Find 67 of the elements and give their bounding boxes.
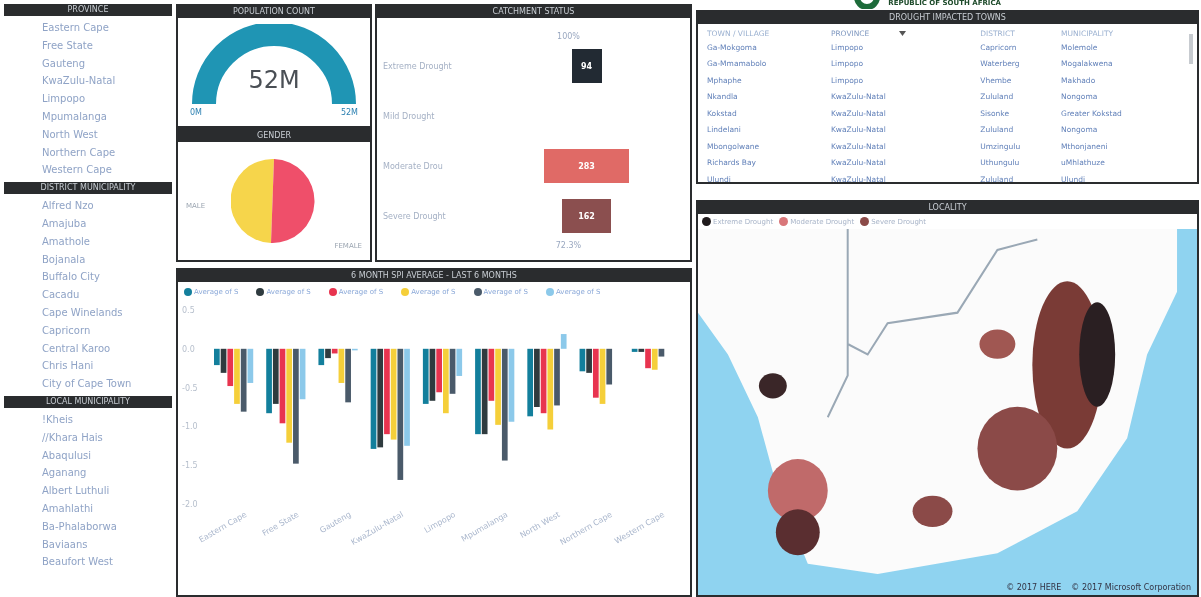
funnel-top-label: 100%	[557, 32, 580, 41]
funnel-bottom-label: 72.3%	[555, 241, 582, 250]
axis-label: Free State	[260, 509, 301, 539]
slicer-item[interactable]: Beaufort West	[42, 553, 172, 572]
gauge-value: 52M	[247, 66, 301, 94]
slicer-header: DISTRICT MUNICIPALITY	[4, 182, 172, 195]
slicer-item[interactable]: //Khara Hais	[42, 428, 172, 447]
legend-dot	[328, 288, 337, 296]
funnel-label: Mild Drought	[382, 111, 436, 121]
legend-dot	[545, 288, 554, 296]
slicer-item[interactable]: Cacadu	[42, 286, 172, 304]
slicer-item[interactable]: Chris Hani	[42, 357, 172, 376]
slicer-item[interactable]: !Kheis	[42, 410, 172, 429]
axis-tick: -1.5	[182, 461, 198, 471]
slicer-item[interactable]: Amathole	[42, 232, 172, 251]
slicer-item[interactable]: Mpumalanga	[42, 108, 172, 126]
sort-icon	[899, 31, 907, 36]
slicer-item[interactable]: Western Cape	[42, 161, 172, 180]
slicer-item[interactable]: Albert Luthuli	[42, 482, 172, 500]
panel-header: POPULATION COUNT	[178, 6, 370, 18]
slicer-item[interactable]: Amahlathi	[42, 499, 172, 518]
slicer-header: LOCAL MUNICIPALITY	[4, 395, 172, 408]
funnel-bar: 162	[562, 199, 611, 233]
axis-tick: 0.5	[182, 306, 195, 315]
funnel-label: Extreme Drought	[382, 61, 453, 71]
slicer-item[interactable]: Limpopo	[42, 90, 172, 108]
slicer-item[interactable]: Northern Cape	[42, 143, 172, 162]
map-attribution: © 2017 HERE	[1006, 583, 1062, 592]
legend-dot	[256, 288, 265, 296]
legend-dot	[473, 288, 482, 296]
slicer-item[interactable]: Bojanala	[42, 250, 172, 269]
slicer-item[interactable]: Ba-Phalaborwa	[42, 517, 172, 536]
slicer-item[interactable]: Buffalo City	[42, 268, 172, 287]
axis-tick: -2.0	[182, 500, 198, 509]
slicer-item[interactable]: Alfred Nzo	[42, 197, 172, 215]
gauge-min: 0M	[190, 108, 202, 117]
legend-dot	[401, 288, 410, 296]
slicer-item[interactable]: KwaZulu-Natal	[42, 72, 172, 91]
slicer-item[interactable]: Amajuba	[42, 214, 172, 233]
slicer-item[interactable]: Central Karoo	[42, 339, 172, 358]
map-attribution: © 2017 Microsoft Corporation	[1071, 583, 1191, 592]
panel-header: 6 MONTH SPI AVERAGE - LAST 6 MONTHS	[178, 270, 690, 282]
panel-header: CATCHMENT STATUS	[377, 6, 690, 18]
slicer-item[interactable]: Cape Winelands	[42, 303, 172, 322]
funnel-label: Moderate Drou	[382, 161, 444, 171]
funnel-label: Severe Drought	[382, 211, 447, 221]
slicer-item[interactable]: Abaqulusi	[42, 446, 172, 465]
gauge-max: 52M	[340, 108, 358, 117]
funnel-bar: 94	[571, 49, 602, 83]
slicer-item[interactable]: Free State	[42, 36, 172, 55]
slicer-item[interactable]: City of Cape Town	[42, 375, 172, 393]
legend-dot	[184, 288, 192, 296]
slicer-item[interactable]: Baviaans	[42, 535, 172, 554]
panel-header: GENDER	[178, 130, 370, 142]
funnel-bar: 283	[544, 149, 629, 183]
slicer-item[interactable]: North West	[42, 125, 172, 144]
slicer-item[interactable]: Gauteng	[42, 54, 172, 73]
axis-tick: -0.5	[182, 383, 198, 393]
axis-tick: -1.0	[182, 422, 198, 432]
axis-tick: 0.0	[182, 344, 195, 354]
slicer-item[interactable]: Eastern Cape	[42, 19, 172, 37]
slicer-header: PROVINCE	[4, 4, 172, 16]
panel-header: LOCALITY	[698, 202, 1197, 214]
slicer-item[interactable]: Aganang	[42, 464, 172, 483]
slicer-item[interactable]: Capricorn	[42, 321, 172, 340]
panel-header: DROUGHT IMPACTED TOWNS	[698, 12, 1197, 24]
scrollbar[interactable]	[1189, 34, 1193, 64]
